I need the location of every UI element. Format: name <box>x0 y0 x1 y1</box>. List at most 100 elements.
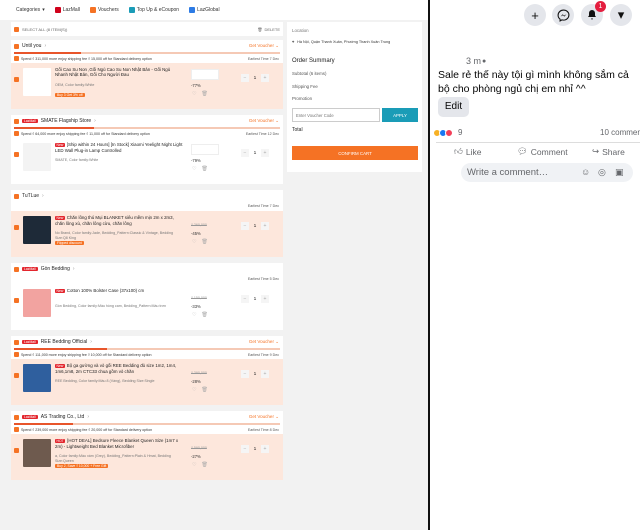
messenger-icon[interactable] <box>552 4 574 26</box>
offer-checkbox[interactable] <box>14 427 19 432</box>
discount-percent: -45% <box>191 231 201 236</box>
nav-lazglobal[interactable]: LazGlobal <box>189 7 220 13</box>
get-voucher-button[interactable]: Get Voucher ⌄ <box>249 414 279 420</box>
nav-vouchers[interactable]: Vouchers <box>89 7 119 13</box>
edit-button[interactable]: Edit <box>438 97 469 117</box>
quantity-value[interactable]: 1 <box>249 297 261 302</box>
shop-name[interactable]: TuTLue <box>22 193 39 199</box>
product-thumbnail[interactable] <box>23 364 51 392</box>
get-voucher-button[interactable]: Get Voucher ⌄ <box>249 43 279 49</box>
shop-checkbox[interactable] <box>14 414 19 420</box>
product-title[interactable]: Gối Cao Su Non ,Gối Ngủ Cao Su Non Nhật … <box>55 67 183 77</box>
account-menu-icon[interactable]: ▾ <box>610 4 632 26</box>
get-voucher-button[interactable]: Get Voucher ⌄ <box>249 118 279 124</box>
shop-name[interactable]: AS Trading Co., Ltd <box>41 414 85 420</box>
product-thumbnail[interactable] <box>23 143 51 171</box>
quantity-value[interactable]: 1 <box>249 151 261 156</box>
heart-icon[interactable]: ♡ <box>192 91 196 97</box>
get-voucher-button[interactable]: Get Voucher ⌄ <box>249 339 279 345</box>
increase-quantity-button[interactable]: + <box>261 74 269 82</box>
heart-icon[interactable]: ♡ <box>192 462 196 468</box>
quantity-stepper: − 1 + <box>241 370 269 378</box>
post-timestamp[interactable]: 3 m <box>466 56 481 66</box>
trash-icon[interactable]: 🗑︎ <box>201 239 207 245</box>
trash-icon[interactable]: 🗑︎ <box>201 387 207 393</box>
offer-checkbox[interactable] <box>14 352 19 357</box>
decrease-quantity-button[interactable]: − <box>241 445 249 453</box>
delete-button[interactable]: 🗑 DELETE <box>257 27 280 32</box>
item-checkbox[interactable] <box>14 373 19 378</box>
quantity-value[interactable]: 1 <box>249 224 261 229</box>
select-all-checkbox[interactable] <box>14 26 19 32</box>
offer-checkbox[interactable] <box>14 56 19 61</box>
item-checkbox[interactable] <box>14 448 19 453</box>
product-title[interactable]: New Bộ ga gường và vỏ gối REE Bedding đủ … <box>55 363 183 374</box>
trash-icon[interactable]: 🗑︎ <box>201 312 207 318</box>
heart-icon[interactable]: ♡ <box>192 387 196 393</box>
shop-checkbox[interactable] <box>14 118 19 124</box>
increase-quantity-button[interactable]: + <box>261 445 269 453</box>
like-button[interactable]: 👍︎ Like <box>454 146 481 157</box>
product-thumbnail[interactable] <box>23 68 51 96</box>
item-checkbox[interactable] <box>14 298 19 303</box>
product-thumbnail[interactable] <box>23 439 51 467</box>
heart-icon[interactable]: ♡ <box>192 312 196 318</box>
shop-name[interactable]: Until you <box>22 43 41 49</box>
confirm-cart-button[interactable]: CONFIRM CART <box>292 146 418 160</box>
gif-icon[interactable]: ▣ <box>615 167 624 178</box>
shop-checkbox[interactable] <box>14 43 19 49</box>
trash-icon[interactable]: 🗑︎ <box>201 166 207 172</box>
product-title[interactable]: HOT [HOT DEAL] Bedsure Fleece Blanket Que… <box>55 438 183 449</box>
share-button[interactable]: ↪ Share <box>592 146 625 157</box>
product-thumbnail[interactable] <box>23 289 51 317</box>
quantity-value[interactable]: 1 <box>249 447 261 452</box>
shop-name[interactable]: SMATE Flagship Store <box>41 118 91 124</box>
plus-icon[interactable]: + <box>524 4 546 26</box>
quantity-value[interactable]: 1 <box>249 372 261 377</box>
decrease-quantity-button[interactable]: − <box>241 370 249 378</box>
decrease-quantity-button[interactable]: − <box>241 222 249 230</box>
shop-checkbox[interactable] <box>14 339 19 345</box>
categories-menu[interactable]: Categories ▾ <box>16 7 45 13</box>
decrease-quantity-button[interactable]: − <box>241 74 249 82</box>
write-comment-input[interactable]: Write a comment… ☺ ◎ ▣ <box>461 163 633 182</box>
voucher-code-input[interactable] <box>292 108 380 122</box>
product-title[interactable]: New Chăn lông thú Mụi BLANKET siêu mềm mị… <box>55 215 183 226</box>
increase-quantity-button[interactable]: + <box>261 370 269 378</box>
product-thumbnail[interactable] <box>23 216 51 244</box>
quantity-value[interactable]: 1 <box>249 76 261 81</box>
location-row[interactable]: ⌖ Hà Nội, Quận Thanh Xuân, Phường Thanh … <box>292 40 390 44</box>
top-navigation: Categories ▾ LazMall Vouchers Top Up & e… <box>0 0 428 20</box>
offer-checkbox[interactable] <box>14 131 19 136</box>
comment-button[interactable]: 💬︎ Comment <box>517 146 568 157</box>
heart-icon[interactable]: ♡ <box>192 239 196 245</box>
increase-quantity-button[interactable]: + <box>261 222 269 230</box>
product-title[interactable]: New Cotton 100% Bolster Case (37x100) cm <box>55 288 183 294</box>
shop-checkbox[interactable] <box>14 193 19 199</box>
decrease-quantity-button[interactable]: − <box>241 295 249 303</box>
shop-checkbox[interactable] <box>14 266 19 272</box>
decrease-quantity-button[interactable]: − <box>241 149 249 157</box>
reaction-summary[interactable]: 9 <box>433 128 462 137</box>
camera-icon[interactable]: ◎ <box>598 167 606 178</box>
heart-icon[interactable]: ♡ <box>192 166 196 172</box>
notifications-icon[interactable]: 1 <box>581 1 606 26</box>
cart-item: New Bộ ga gường và vỏ gối REE Bedding đủ … <box>11 359 283 405</box>
item-checkbox[interactable] <box>14 152 19 157</box>
shop-name[interactable]: REE Bedding Official <box>41 339 88 345</box>
comment-count[interactable]: 10 comments <box>600 128 640 137</box>
increase-quantity-button[interactable]: + <box>261 295 269 303</box>
lazmall-badge: LazMall <box>22 340 38 344</box>
increase-quantity-button[interactable]: + <box>261 149 269 157</box>
chevron-right-icon: › <box>72 266 75 272</box>
trash-icon[interactable]: 🗑︎ <box>201 462 207 468</box>
nav-lazmall[interactable]: LazMall <box>54 7 80 13</box>
trash-icon[interactable]: 🗑︎ <box>201 91 207 97</box>
nav-topup[interactable]: Top Up & eCoupon <box>128 7 179 13</box>
apply-voucher-button[interactable]: APPLY <box>382 108 418 122</box>
shop-name[interactable]: Gòn Bedding <box>41 266 70 272</box>
emoji-icon[interactable]: ☺ <box>581 167 590 177</box>
product-title[interactable]: New [Ship within 24 Hours] [In Stock] Xia… <box>55 142 183 153</box>
item-checkbox[interactable] <box>14 225 19 230</box>
item-checkbox[interactable] <box>14 77 19 82</box>
